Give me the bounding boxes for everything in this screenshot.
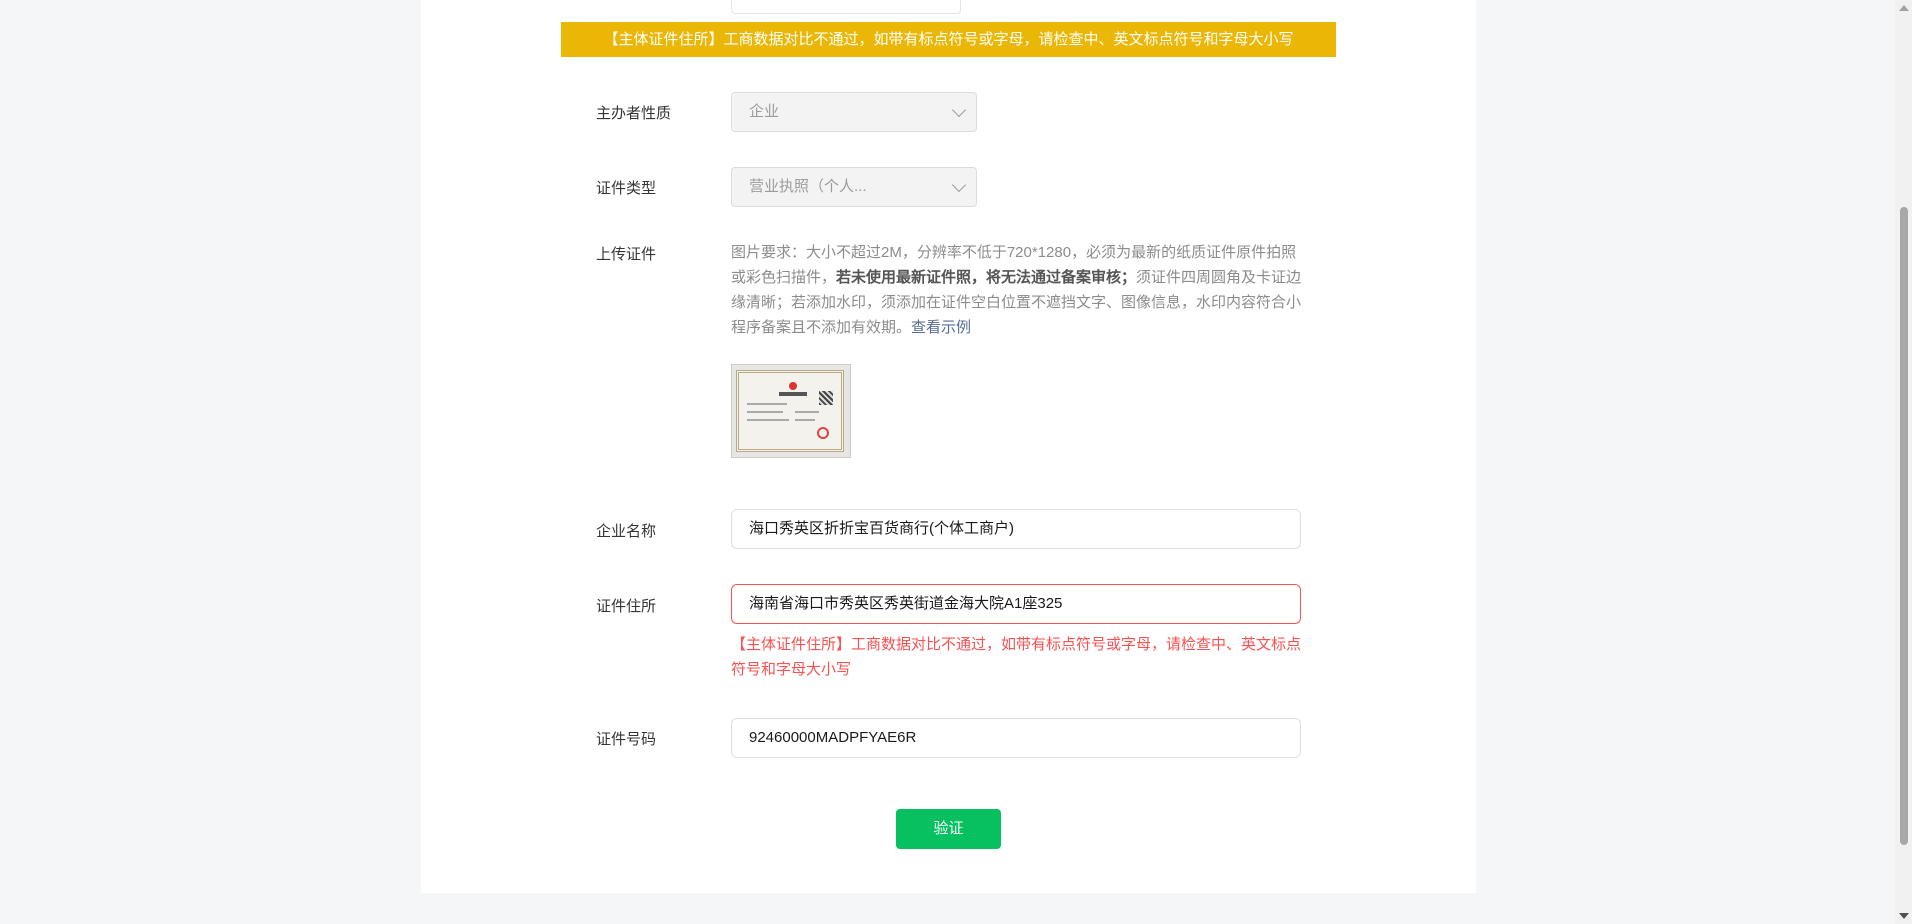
view-example-link[interactable]: 查看示例 [911, 319, 971, 336]
uploaded-license-thumbnail[interactable] [731, 364, 851, 458]
cert-number-field[interactable]: 92460000MADPFYAE6R [731, 718, 1301, 758]
license-text-line [795, 419, 815, 421]
form-card [421, 0, 1476, 893]
organizer-type-label: 主办者性质 [596, 105, 672, 122]
cert-address-label: 证件住所 [596, 598, 657, 615]
previous-field-stub [731, 0, 961, 14]
upload-label: 上传证件 [596, 246, 657, 263]
organizer-type-value: 企业 [749, 103, 780, 120]
stamp-icon [817, 427, 829, 439]
cert-number-label: 证件号码 [596, 731, 657, 748]
error-banner: 【主体证件住所】工商数据对比不通过，如带有标点符号或字母，请检查中、英文标点符号… [561, 22, 1336, 57]
scrollbar-thumb[interactable] [1900, 207, 1908, 845]
company-name-label: 企业名称 [596, 523, 657, 540]
cert-type-select[interactable]: 营业执照（个人... [731, 167, 977, 207]
license-text-line [747, 411, 783, 413]
verify-button[interactable]: 验证 [896, 809, 1001, 849]
cert-address-error: 【主体证件住所】工商数据对比不通过，如带有标点符号或字母，请检查中、英文标点符号… [731, 636, 1302, 678]
chevron-down-icon [951, 177, 967, 193]
vertical-scrollbar[interactable] [1895, 0, 1912, 924]
license-text-line [747, 419, 789, 421]
license-text-line [795, 411, 819, 413]
cert-type-label: 证件类型 [596, 180, 657, 197]
company-name-field[interactable]: 海口秀英区折折宝百货商行(个体工商户) [731, 509, 1301, 549]
qr-code-icon [819, 391, 833, 405]
license-title-mark [779, 392, 807, 396]
chevron-down-icon [951, 102, 967, 118]
license-frame [736, 370, 844, 452]
emblem-icon [789, 382, 797, 390]
scroll-down-arrow-icon[interactable] [1899, 913, 1909, 919]
license-text-line [747, 403, 787, 405]
organizer-type-select[interactable]: 企业 [731, 92, 977, 132]
cert-address-field[interactable]: 海南省海口市秀英区秀英街道金海大院A1座325 [731, 584, 1301, 624]
upload-hint-bold: 若未使用最新证件照，将无法通过备案审核； [836, 269, 1137, 286]
upload-hint: 图片要求：大小不超过2M，分辨率不低于720*1280，必须为最新的纸质证件原件… [731, 240, 1305, 340]
scroll-up-arrow-icon[interactable] [1899, 5, 1909, 11]
cert-type-value: 营业执照（个人... [749, 178, 867, 195]
